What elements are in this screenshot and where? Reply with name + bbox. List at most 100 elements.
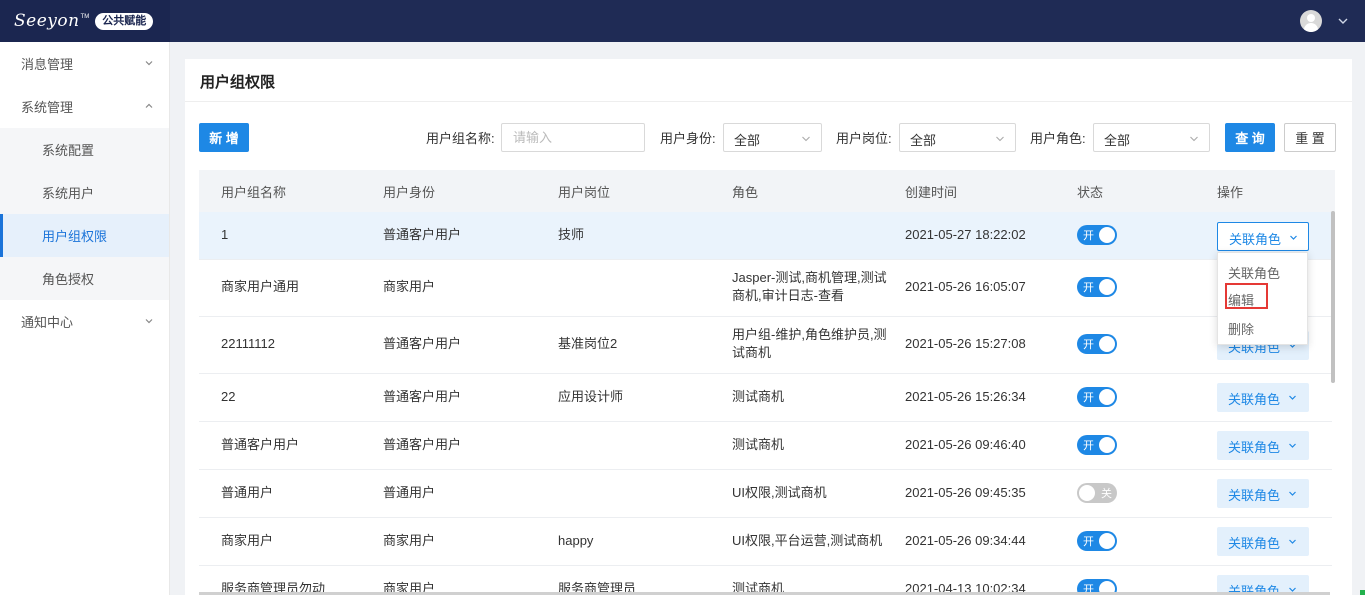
cell-created: 2021-05-26 09:34:44 <box>905 533 1026 548</box>
toggle-text: 开 <box>1083 282 1094 294</box>
chevron-up-icon <box>145 103 153 108</box>
sidebar-item-label: 系统用户 <box>42 186 95 201</box>
title-divider <box>185 101 1352 102</box>
cell-role: 测试商机 <box>732 437 785 452</box>
cell-role: 试商机 <box>732 345 772 360</box>
sidebar-group-message[interactable]: 消息管理 <box>0 42 169 85</box>
cell-identity: 普通客户用户 <box>383 227 462 242</box>
chevron-down-icon <box>145 61 153 66</box>
column-header: 用户岗位 <box>558 185 611 200</box>
main-panel: 用户组权限 新 增 用户组名称: 用户身份: 全部 用户岗位: 全部 用户角色:… <box>185 59 1352 595</box>
sidebar-group-label: 消息管理 <box>21 57 74 72</box>
sidebar-item-label: 用户组权限 <box>42 229 108 244</box>
table-row[interactable]: 1 普通客户用户 技师 2021-05-27 18:22:02 开 关联角色 <box>199 212 1332 260</box>
reset-button[interactable]: 重 置 <box>1284 123 1336 152</box>
toggle-text: 开 <box>1083 230 1094 242</box>
link-role-dropdown-button[interactable]: 关联角色 <box>1217 527 1309 556</box>
query-button[interactable]: 查 询 <box>1225 123 1275 152</box>
column-header: 用户组名称 <box>221 185 287 200</box>
chevron-down-icon <box>1289 443 1296 448</box>
sidebar-group-notification[interactable]: 通知中心 <box>0 300 169 343</box>
table-row[interactable]: 普通客户用户 普通客户用户 测试商机 2021-05-26 09:46:40 开… <box>199 422 1332 470</box>
status-marker <box>1360 590 1365 595</box>
select-value: 全部 <box>910 133 937 148</box>
sidebar-item-label: 角色授权 <box>42 272 95 287</box>
dropdown-button-label: 关联角色 <box>1228 536 1281 551</box>
logo-badge: 公共赋能 <box>95 12 154 30</box>
column-header: 状态 <box>1077 185 1104 200</box>
cell-role: 测试商机 <box>732 389 785 404</box>
table-row[interactable]: 商家用户通用 商家用户 Jasper-测试,商机管理,测试 商机,审计日志-查看… <box>199 260 1332 317</box>
add-button[interactable]: 新 增 <box>199 123 249 152</box>
dropdown-item-link-role[interactable]: 关联角色 <box>1228 263 1280 282</box>
table-header: 用户组名称 用户身份 用户岗位 角色 创建时间 状态 操作 <box>199 170 1335 212</box>
cell-post: 技师 <box>558 227 585 242</box>
cell-post: happy <box>558 533 594 548</box>
table-row[interactable]: 普通用户 普通用户 UI权限,测试商机 2021-05-26 09:45:35 … <box>199 470 1332 518</box>
sidebar-item-system-users[interactable]: 系统用户 <box>0 171 169 214</box>
status-toggle[interactable]: 开 <box>1077 435 1117 455</box>
vertical-scrollbar[interactable] <box>1331 211 1335 383</box>
cell-identity: 商家用户 <box>383 533 436 548</box>
cell-group-name: 商家用户通用 <box>221 279 300 294</box>
cell-created: 2021-05-27 18:22:02 <box>905 227 1026 242</box>
chevron-down-icon <box>1290 235 1297 240</box>
dropdown-button-label: 关联角色 <box>1228 392 1281 407</box>
user-avatar-icon[interactable] <box>1300 10 1322 32</box>
brand-logo[interactable]: Seeyon TM 公共赋能 <box>0 0 170 42</box>
sidebar-group-label: 通知中心 <box>21 315 74 330</box>
cell-role: Jasper-测试,商机管理,测试 <box>732 270 887 285</box>
cell-role: UI权限,平台运营,测试商机 <box>732 533 883 548</box>
table-row[interactable]: 服务商管理员勿动 商家用户 服务商管理员 测试商机 2021-04-13 10:… <box>199 566 1332 595</box>
chevron-down-icon[interactable] <box>1336 14 1350 28</box>
dropdown-item-delete[interactable]: 删除 <box>1228 319 1254 338</box>
cell-identity: 普通客户用户 <box>383 336 462 351</box>
sidebar-item-role-authorization[interactable]: 角色授权 <box>0 257 169 300</box>
cell-identity: 普通客户用户 <box>383 389 462 404</box>
table-row[interactable]: 商家用户 商家用户 happy UI权限,平台运营,测试商机 2021-05-2… <box>199 518 1332 566</box>
chevron-down-icon <box>1289 539 1296 544</box>
post-select[interactable]: 全部 <box>899 123 1016 152</box>
link-role-dropdown-button[interactable]: 关联角色 <box>1217 222 1309 251</box>
logo-text: Seeyon <box>14 11 80 31</box>
table-row[interactable]: 22111112 普通客户用户 基准岗位2 用户组-维护,角色维护员,测 试商机… <box>199 317 1332 374</box>
post-label: 用户岗位: <box>836 131 892 146</box>
identity-select[interactable]: 全部 <box>723 123 822 152</box>
toggle-text: 开 <box>1083 339 1094 351</box>
link-role-dropdown-button[interactable]: 关联角色 <box>1217 383 1309 412</box>
select-value: 全部 <box>734 133 761 148</box>
sidebar-item-system-config[interactable]: 系统配置 <box>0 128 169 171</box>
cell-created: 2021-05-26 09:46:40 <box>905 437 1026 452</box>
toggle-text: 开 <box>1083 392 1094 404</box>
group-name-input[interactable] <box>501 123 645 152</box>
cell-post: 基准岗位2 <box>558 336 618 351</box>
cell-created: 2021-05-26 09:45:35 <box>905 485 1026 500</box>
cell-role: UI权限,测试商机 <box>732 485 827 500</box>
chevron-down-icon <box>145 319 153 324</box>
identity-label: 用户身份: <box>660 131 716 146</box>
sidebar-group-system[interactable]: 系统管理 <box>0 85 169 128</box>
link-role-dropdown-button[interactable]: 关联角色 <box>1217 431 1309 460</box>
chevron-down-icon <box>1190 136 1198 142</box>
status-toggle[interactable]: 开 <box>1077 387 1117 407</box>
link-role-dropdown-button[interactable]: 关联角色 <box>1217 479 1309 508</box>
cell-role: 用户组-维护,角色维护员,测 <box>732 327 887 342</box>
cell-identity: 普通客户用户 <box>383 437 462 452</box>
table-row[interactable]: 22 普通客户用户 应用设计师 测试商机 2021-05-26 15:26:34… <box>199 374 1332 422</box>
column-header: 用户身份 <box>383 185 436 200</box>
role-label: 用户角色: <box>1030 131 1086 146</box>
cell-identity: 普通用户 <box>383 485 436 500</box>
status-toggle[interactable]: 开 <box>1077 225 1117 245</box>
cell-group-name: 普通用户 <box>221 485 274 500</box>
status-toggle[interactable]: 开 <box>1077 334 1117 354</box>
status-toggle[interactable]: 关 <box>1077 483 1117 503</box>
logo-trademark: TM <box>80 14 90 20</box>
sidebar-item-user-group-permission[interactable]: 用户组权限 <box>0 214 169 257</box>
role-select[interactable]: 全部 <box>1093 123 1210 152</box>
page-title: 用户组权限 <box>200 74 276 91</box>
group-name-label: 用户组名称: <box>426 131 495 146</box>
status-toggle[interactable]: 开 <box>1077 531 1117 551</box>
cell-role: 商机,审计日志-查看 <box>732 288 844 303</box>
status-toggle[interactable]: 开 <box>1077 277 1117 297</box>
sidebar-item-label: 系统配置 <box>42 143 95 158</box>
